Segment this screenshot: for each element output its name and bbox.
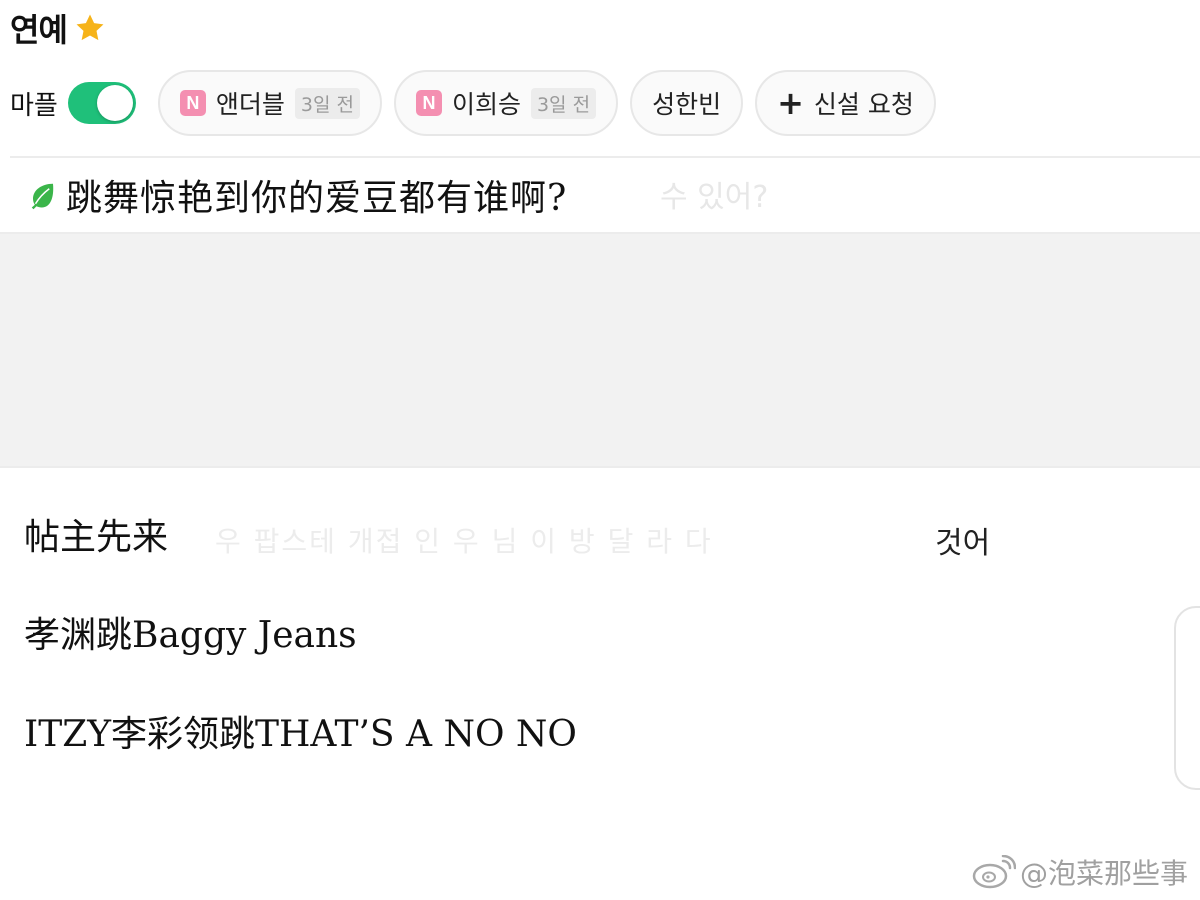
- chip-label: 신설 요청: [813, 90, 914, 119]
- weibo-icon: [972, 855, 1016, 889]
- board-header: 연예: [10, 5, 107, 51]
- plus-icon: +: [777, 84, 804, 122]
- side-card[interactable]: [1174, 606, 1200, 790]
- ghost-body-text: 우 팝스테 개접 인 우 님 이 방 달 라 다: [215, 525, 713, 558]
- filter-bar: 마플 N 앤더블 3일 전 N 이희승 3일 전 성한빈 + 신설 요청: [10, 68, 936, 138]
- chip-age: 3일 전: [294, 87, 360, 119]
- request-new-board-button[interactable]: + 신설 요청: [755, 70, 936, 136]
- chip-label: 이희승: [451, 90, 521, 119]
- toggle-label: 마플: [10, 90, 58, 121]
- body-line-1: 帖主先来: [24, 517, 169, 558]
- image-placeholder-banner: [0, 232, 1200, 468]
- chip-label: 앤더블: [215, 90, 285, 119]
- ghost-word: 것어: [935, 526, 991, 561]
- chip-age: 3일 전: [530, 87, 597, 119]
- ghost-title-text: 수 있어?: [660, 180, 769, 215]
- star-icon[interactable]: [73, 11, 107, 45]
- divider: [10, 156, 1200, 158]
- watermark: @泡菜那些事: [972, 852, 1188, 892]
- post-title-row[interactable]: 跳舞惊艳到你的爱豆都有谁啊?: [28, 170, 567, 220]
- chip-label: 성한빈: [652, 90, 722, 119]
- body-line-2: 孝渊跳Baggy Jeans: [24, 615, 357, 656]
- leaf-icon: [31, 183, 54, 210]
- toggle-knob: [96, 85, 133, 121]
- mafle-toggle[interactable]: [67, 82, 136, 124]
- chip-sunghanbin[interactable]: 성한빈: [630, 70, 744, 136]
- watermark-text: @泡菜那些事: [1019, 857, 1188, 890]
- board-title: 연예: [10, 11, 68, 49]
- body-line-3: ITZY李彩领跳THAT’S A NO NO: [24, 714, 577, 755]
- new-badge-icon: N: [179, 90, 206, 116]
- mafle-toggle-group: 마플: [10, 82, 136, 124]
- new-badge-icon: N: [415, 90, 442, 116]
- chip-leeheeseung[interactable]: N 이희승 3일 전: [393, 70, 619, 136]
- post-title: 跳舞惊艳到你的爱豆都有谁啊?: [66, 178, 568, 219]
- chip-andable[interactable]: N 앤더블 3일 전: [157, 70, 382, 136]
